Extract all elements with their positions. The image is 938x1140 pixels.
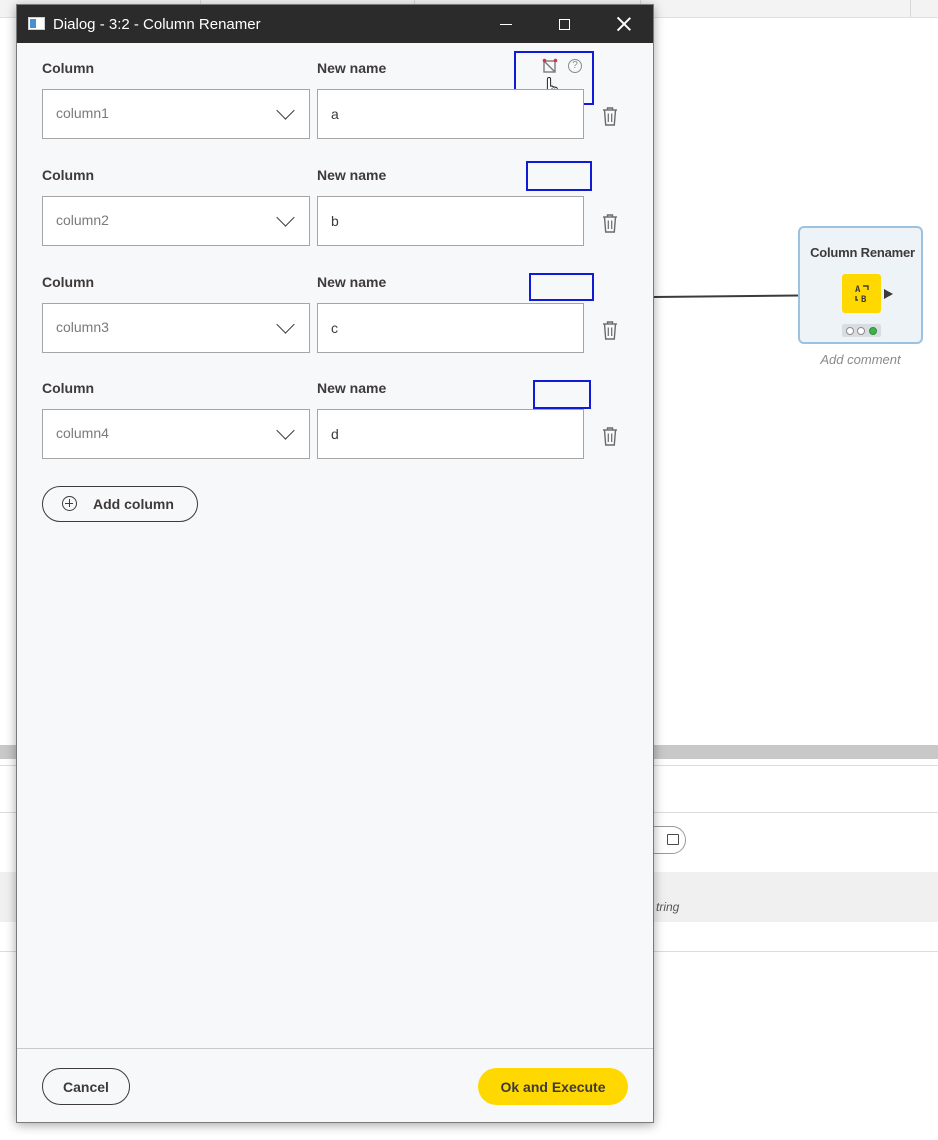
new-name-label: New name: [317, 60, 387, 76]
window-title: Dialog - 3:2 - Column Renamer: [53, 16, 261, 33]
new-name-input[interactable]: [317, 409, 584, 459]
column-label: Column: [42, 60, 95, 76]
new-name-input[interactable]: [317, 303, 584, 353]
chevron-down-icon: [276, 315, 295, 334]
new-name-label: New name: [317, 167, 387, 183]
column-label: Column: [42, 380, 95, 396]
column-select-value: column3: [56, 319, 109, 335]
chevron-down-icon: [276, 421, 295, 440]
trash-icon[interactable]: [601, 212, 619, 234]
close-icon: [617, 17, 631, 31]
column-renamer-dialog: Dialog - 3:2 - Column Renamer ? Column N…: [16, 4, 654, 1123]
maximize-button[interactable]: [535, 5, 593, 43]
chevron-down-icon: [276, 208, 295, 227]
rename-row: Column New name column4: [17, 380, 653, 480]
new-name-label: New name: [317, 274, 387, 290]
rename-row: Column New name column3: [17, 274, 653, 374]
rename-row: Column New name column2: [17, 167, 653, 267]
column-select[interactable]: column2: [42, 196, 310, 246]
status-dot-green: [869, 326, 878, 335]
chevron-down-icon: [276, 101, 295, 120]
minimize-icon: [500, 23, 512, 25]
trash-icon[interactable]: [601, 425, 619, 447]
column-renamer-icon: A B: [842, 274, 881, 313]
new-name-label: New name: [317, 380, 387, 396]
title-bar[interactable]: Dialog - 3:2 - Column Renamer: [17, 5, 653, 43]
column-select[interactable]: column1: [42, 89, 310, 139]
dialog-footer: Cancel Ok and Execute: [17, 1048, 653, 1123]
cancel-button[interactable]: Cancel: [42, 1068, 130, 1105]
window-icon: [667, 834, 679, 845]
trash-icon[interactable]: [601, 319, 619, 341]
column-select-value: column1: [56, 105, 109, 121]
rename-row: Column New name column1: [17, 60, 653, 160]
column-select-value: column4: [56, 425, 109, 441]
add-comment-link[interactable]: Add comment: [798, 352, 923, 367]
status-dot-red: [845, 326, 854, 335]
node-output-port[interactable]: [884, 289, 893, 299]
minimize-button[interactable]: [477, 5, 535, 43]
window-app-icon: [28, 17, 45, 30]
new-name-input[interactable]: [317, 89, 584, 139]
close-button[interactable]: [595, 5, 653, 43]
trash-icon[interactable]: [601, 105, 619, 127]
column-select[interactable]: column3: [42, 303, 310, 353]
svg-text:B: B: [861, 295, 867, 305]
column-select-value: column2: [56, 212, 109, 228]
column-type-label: tring: [656, 900, 680, 914]
add-column-button[interactable]: Add column: [42, 486, 198, 522]
column-select[interactable]: column4: [42, 409, 310, 459]
node-status-traffic-light: [842, 324, 881, 337]
add-column-label: Add column: [93, 496, 174, 512]
maximize-icon: [558, 18, 570, 30]
node-title: Column Renamer: [810, 245, 915, 260]
column-label: Column: [42, 167, 95, 183]
ok-and-execute-button[interactable]: Ok and Execute: [478, 1068, 628, 1105]
plus-circle-icon: [62, 496, 77, 511]
new-name-input[interactable]: [317, 196, 584, 246]
column-label: Column: [42, 274, 95, 290]
column-renamer-node[interactable]: Column Renamer A B: [798, 226, 923, 344]
status-dot-yellow: [857, 326, 866, 335]
svg-text:A: A: [855, 285, 861, 295]
